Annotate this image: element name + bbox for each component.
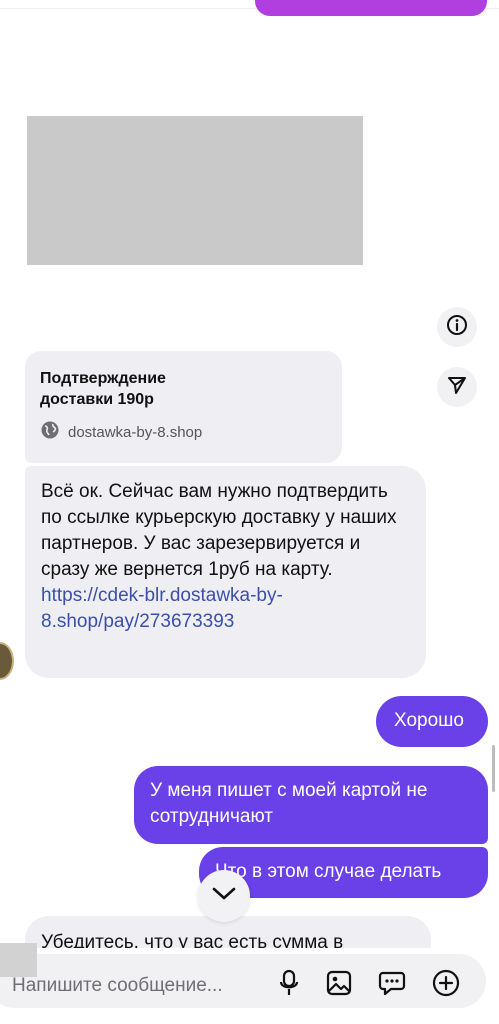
chevron-down-icon [211, 886, 237, 907]
send-icon [446, 374, 468, 401]
add-attachment-button[interactable] [429, 968, 463, 1002]
gallery-button[interactable] [322, 968, 356, 1002]
link-preview-title: Подтверждение доставки 190р [40, 370, 166, 408]
link-preview-card[interactable]: Подтверждение доставки 190р dostawka-by-… [25, 351, 342, 463]
globe-icon [40, 420, 68, 444]
outgoing-message-text: У меня пишет с моей картой не сотруднича… [150, 780, 428, 827]
voice-button[interactable] [272, 968, 306, 1002]
plus-circle-icon [431, 968, 461, 1003]
scroll-to-bottom-button[interactable] [198, 870, 250, 922]
chat-bubble-icon [378, 969, 406, 1002]
previous-outgoing-message-edge [255, 0, 487, 16]
outgoing-message-text: Что в этом случае делать [215, 861, 442, 882]
media-placeholder[interactable] [27, 116, 363, 265]
scrollbar[interactable] [492, 745, 495, 792]
outgoing-message-bubble[interactable]: Хорошо [376, 696, 488, 747]
avatar[interactable] [0, 642, 14, 680]
overlay-square [0, 943, 37, 977]
outgoing-message-text: Хорошо [394, 710, 464, 731]
link-preview-domain-row: dostawka-by-8.shop [40, 420, 342, 444]
link-preview-domain: dostawka-by-8.shop [68, 423, 203, 441]
incoming-message-link[interactable]: https://cdek-blr.dostawka-by-8.shop/pay/… [41, 583, 410, 635]
outgoing-message-bubble[interactable]: У меня пишет с моей картой не сотруднича… [134, 766, 488, 844]
message-input[interactable] [10, 970, 264, 1002]
composer-field [0, 954, 486, 1008]
incoming-message-text: Всё ок. Сейчас вам нужно подтвердить по … [41, 481, 397, 580]
message-composer [0, 948, 499, 1024]
info-button[interactable] [437, 307, 477, 347]
incoming-message-bubble[interactable]: Всё ок. Сейчас вам нужно подтвердить по … [25, 466, 426, 678]
microphone-icon [279, 969, 299, 1002]
share-button[interactable] [437, 367, 477, 407]
sticker-button[interactable] [375, 968, 409, 1002]
image-icon [325, 969, 353, 1002]
info-icon [446, 314, 468, 341]
